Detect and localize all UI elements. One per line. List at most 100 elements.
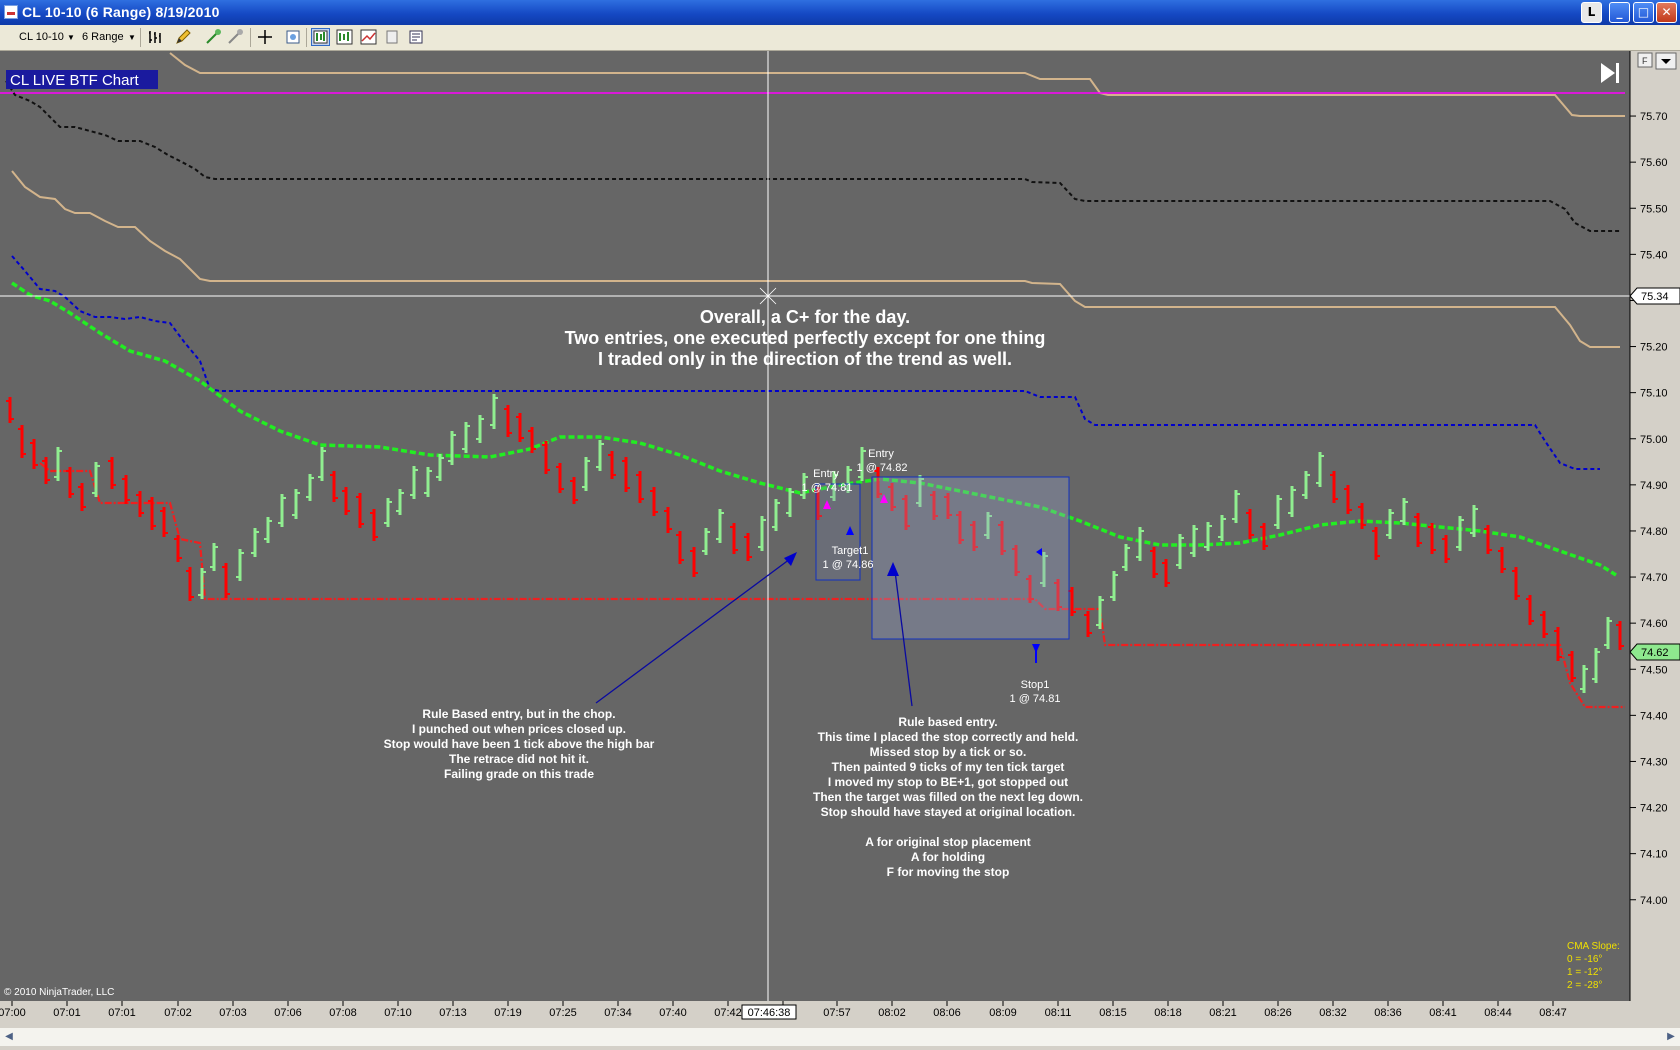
price-label: 75.20 — [1640, 342, 1668, 354]
time-label: 07:01 — [108, 1007, 136, 1019]
note-left-line-5: Failing grade on this trade — [444, 767, 594, 781]
indicators-icon[interactable] — [335, 28, 354, 46]
crosshair-price-label: 75.34 — [1641, 291, 1669, 303]
draw-tool-icon[interactable] — [204, 28, 223, 46]
price-label: 75.50 — [1640, 203, 1668, 215]
chart-style-icon[interactable] — [311, 28, 330, 46]
toolbar-separator — [140, 28, 141, 47]
properties-icon[interactable] — [383, 28, 402, 46]
note-right-line-4: Then painted 9 ticks of my ten tick targ… — [832, 760, 1065, 774]
note-left-line-3: Stop would have been 1 tick above the hi… — [384, 737, 655, 751]
app-icon — [4, 5, 18, 19]
price-label: 74.20 — [1640, 803, 1668, 815]
time-label: 08:11 — [1045, 1007, 1072, 1019]
price-chart[interactable]: Entry 1 @ 74.81 Target1 1 @ 74.86 Entry … — [0, 51, 1680, 1026]
cma-slope-2: 2 = -28° — [1567, 980, 1602, 991]
price-label: 74.60 — [1640, 618, 1668, 630]
note-right-line-3: Missed stop by a tick or so. — [870, 745, 1027, 759]
minimize-button[interactable]: _ — [1609, 2, 1630, 23]
price-label: 75.60 — [1640, 157, 1668, 169]
chevron-down-icon[interactable]: ▼ — [128, 33, 136, 42]
toolbar-separator — [250, 28, 251, 47]
cma-slope-1: 1 = -12° — [1567, 967, 1602, 978]
data-box-icon[interactable] — [407, 28, 426, 46]
last-price-label: 74.62 — [1641, 647, 1669, 659]
chevron-down-icon[interactable]: ▼ — [67, 33, 75, 42]
entry1-label: Entry — [813, 468, 839, 480]
time-label: 07:34 — [604, 1007, 632, 1019]
price-label: 74.30 — [1640, 756, 1668, 768]
time-label: 07:00 — [0, 1007, 26, 1019]
maximize-button[interactable]: □ — [1633, 2, 1654, 23]
time-label: 08:09 — [989, 1007, 1017, 1019]
close-button[interactable]: ✕ — [1656, 2, 1677, 23]
price-label: 74.80 — [1640, 526, 1668, 538]
price-label: 74.10 — [1640, 849, 1668, 861]
link-button[interactable]: L — [1581, 2, 1602, 23]
cma-slope-0: 0 = -16° — [1567, 954, 1602, 965]
note-right-line-10: A for holding — [911, 850, 985, 864]
price-label: 75.00 — [1640, 434, 1668, 446]
time-label: 07:13 — [439, 1007, 467, 1019]
target1-label: Target1 — [832, 545, 869, 557]
time-label: 07:03 — [219, 1007, 247, 1019]
headline-line-2: Two entries, one executed perfectly exce… — [565, 328, 1046, 348]
note-right-line-11: F for moving the stop — [887, 865, 1010, 879]
panel-dropdown-icon[interactable] — [1655, 52, 1677, 70]
chart-panel — [0, 51, 1630, 1001]
time-label: 07:57 — [823, 1007, 851, 1019]
instrument-selector[interactable]: CL 10-10 — [19, 31, 64, 43]
time-label: 07:01 — [53, 1007, 81, 1019]
panel-options-icon[interactable]: F — [1637, 52, 1653, 68]
time-label: 08:36 — [1374, 1007, 1402, 1019]
toolbar-separator — [306, 28, 307, 47]
target1-value: 1 @ 74.86 — [823, 559, 874, 571]
price-label: 74.50 — [1640, 664, 1668, 676]
time-label: 08:32 — [1319, 1007, 1347, 1019]
time-label: 08:06 — [933, 1007, 961, 1019]
note-left-line-1: Rule Based entry, but in the chop. — [422, 707, 615, 721]
time-label: 07:25 — [549, 1007, 577, 1019]
horizontal-scrollbar[interactable]: ◀ ▶ — [0, 1028, 1680, 1046]
crosshair-time-tag: 07:46:38 — [741, 1004, 797, 1020]
trade2-box — [871, 476, 1070, 640]
last-price-tag: 74.62 — [1629, 643, 1680, 661]
scroll-left-icon[interactable]: ◀ — [2, 1030, 16, 1044]
note-right-line-5: I moved my stop to BE+1, got stopped out — [828, 775, 1068, 789]
headline-line-3: I traded only in the direction of the tr… — [598, 349, 1012, 369]
note-left-line-4: The retrace did not hit it. — [449, 752, 589, 766]
eraser-icon[interactable] — [226, 28, 245, 46]
window-title: CL 10-10 (6 Range) 8/19/2010 — [22, 4, 220, 20]
strategies-icon[interactable] — [359, 28, 378, 46]
window-titlebar: CL 10-10 (6 Range) 8/19/2010 L _ □ ✕ — [0, 0, 1680, 25]
price-label: 75.70 — [1640, 111, 1668, 123]
interval-selector[interactable]: 6 Range — [82, 31, 124, 43]
time-label: 08:47 — [1539, 1007, 1567, 1019]
price-axis-panel — [1630, 51, 1680, 1026]
price-label: 74.40 — [1640, 710, 1668, 722]
time-label: 07:10 — [384, 1007, 412, 1019]
svg-text:F: F — [1642, 56, 1648, 66]
time-label: 07:02 — [164, 1007, 192, 1019]
time-label: 07:06 — [274, 1007, 302, 1019]
scroll-right-icon[interactable]: ▶ — [1664, 1030, 1678, 1044]
price-label: 75.40 — [1640, 249, 1668, 261]
time-label: 08:18 — [1154, 1007, 1182, 1019]
stop1-value: 1 @ 74.81 — [1010, 693, 1061, 705]
time-label: 08:41 — [1429, 1007, 1457, 1019]
drawing-pencil-icon[interactable] — [174, 28, 193, 46]
bar-type-icon[interactable] — [146, 28, 165, 46]
crosshair-icon[interactable] — [256, 28, 275, 46]
time-label: 07:19 — [494, 1007, 522, 1019]
note-right-line-7: Stop should have stayed at original loca… — [821, 805, 1076, 819]
price-label: 74.00 — [1640, 895, 1668, 907]
stop1-label: Stop1 — [1021, 679, 1050, 691]
entry2-value: 1 @ 74.82 — [857, 462, 908, 474]
price-label: 75.10 — [1640, 388, 1668, 400]
note-right-line-6: Then the target was filled on the next l… — [813, 790, 1083, 804]
entry1-value: 1 @ 74.81 — [802, 482, 853, 494]
note-right-line-9: A for original stop placement — [865, 835, 1031, 849]
zoom-icon[interactable] — [284, 28, 303, 46]
time-label: 08:15 — [1099, 1007, 1127, 1019]
time-label: 08:26 — [1264, 1007, 1292, 1019]
